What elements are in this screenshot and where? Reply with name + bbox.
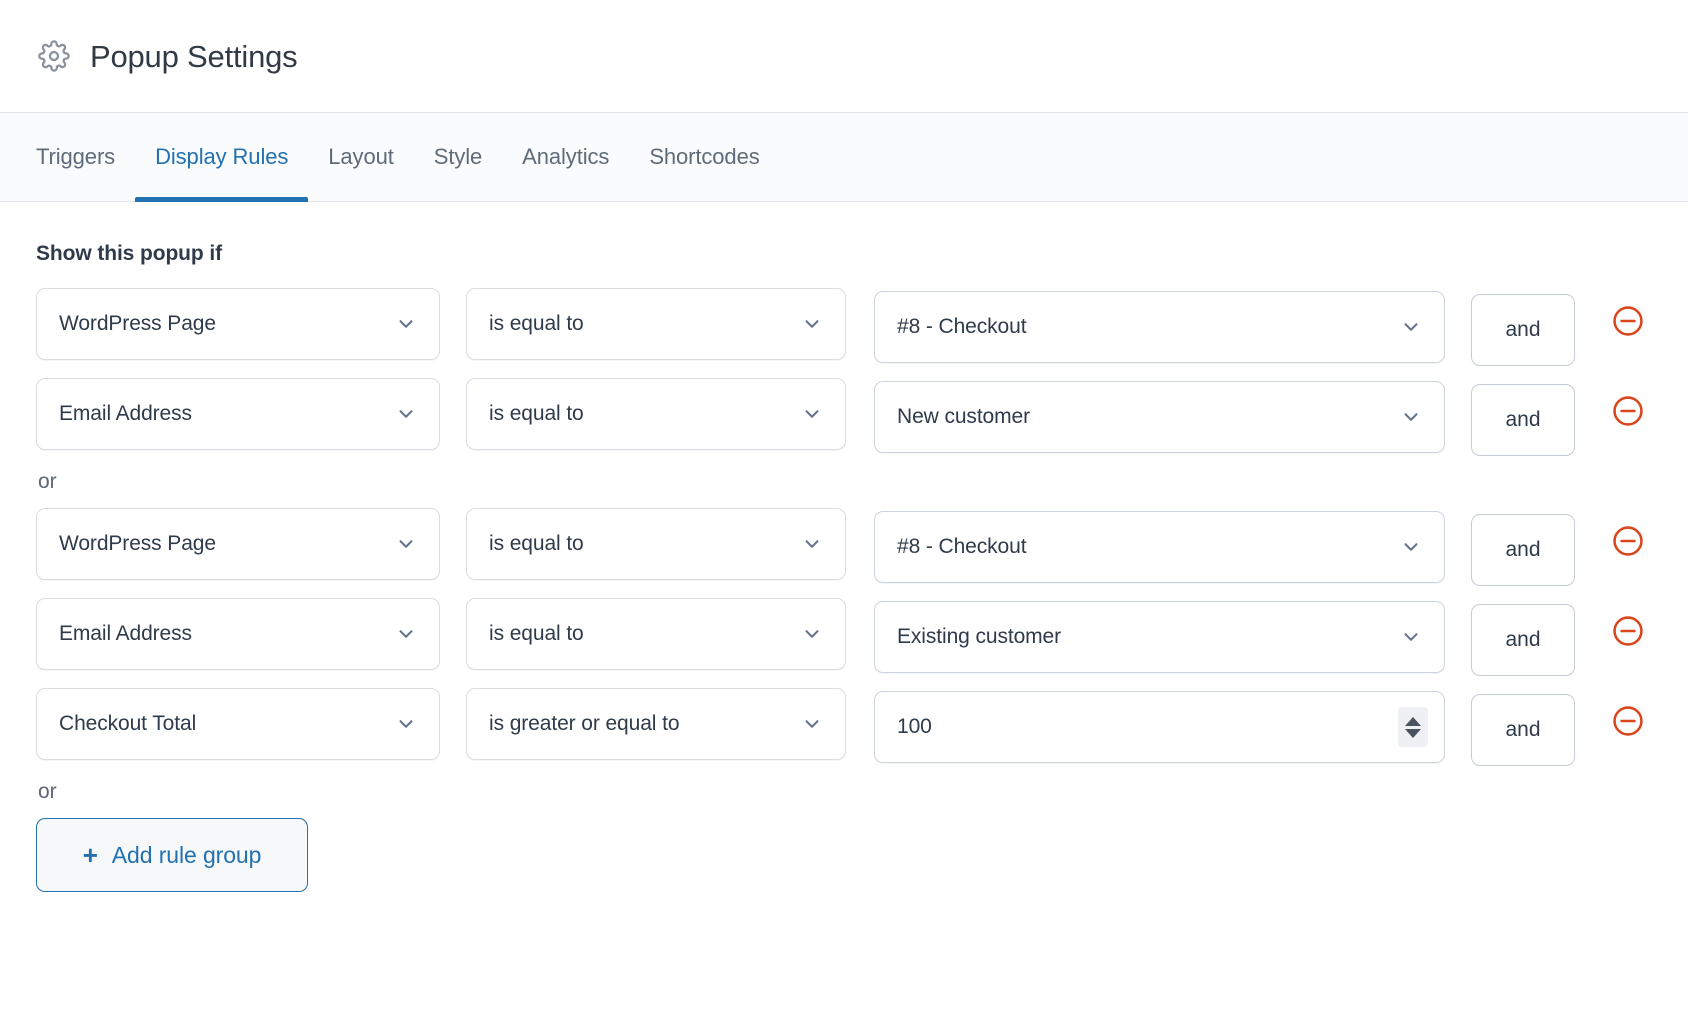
rule-operator-value: is equal to — [489, 622, 584, 645]
rule-row: WordPress Page is equal to #8 - Checkout an… — [36, 288, 1652, 366]
rule-connector-and-button[interactable]: and — [1471, 694, 1575, 766]
rule-row: Email Address is equal to Existing custome… — [36, 598, 1652, 676]
rule-connector-and-button[interactable]: and — [1471, 514, 1575, 586]
chevron-down-icon — [399, 540, 413, 548]
rule-operator-select[interactable]: is equal to — [466, 598, 846, 670]
rule-value-value: #8 - Checkout — [897, 315, 1027, 338]
rule-connector-label: and — [1505, 718, 1541, 741]
add-rule-group-button[interactable]: + Add rule group — [36, 818, 308, 892]
rule-subject-value: WordPress Page — [59, 312, 216, 335]
stepper-down-arrow-icon[interactable] — [1405, 728, 1421, 738]
or-separator-final: or — [38, 780, 57, 803]
chevron-down-icon — [399, 720, 413, 728]
rule-operator-select[interactable]: is greater or equal to — [466, 688, 846, 760]
rule-value-select[interactable]: #8 - Checkout — [874, 511, 1445, 583]
remove-rule-button[interactable] — [1611, 704, 1645, 738]
rule-subject-select[interactable]: Checkout Total — [36, 688, 440, 760]
tab-display-rules[interactable]: Display Rules — [135, 113, 309, 202]
tab-shortcodes[interactable]: Shortcodes — [629, 113, 779, 202]
chevron-down-icon — [1404, 323, 1418, 331]
tab-label: Analytics — [522, 144, 610, 169]
rule-groups-container: WordPress Page is equal to #8 - Checkout an… — [36, 288, 1652, 766]
rule-row: Checkout Total is greater or equal to 100 a… — [36, 688, 1652, 766]
rule-connector-label: and — [1505, 628, 1541, 651]
chevron-down-icon — [1404, 633, 1418, 641]
minus-circle-icon — [1613, 526, 1643, 556]
rule-operator-value: is equal to — [489, 312, 584, 335]
rule-operator-select[interactable]: is equal to — [466, 378, 846, 450]
rule-connector-and-button[interactable]: and — [1471, 604, 1575, 676]
number-stepper[interactable] — [1398, 707, 1428, 747]
rule-row: Email Address is equal to New customer and — [36, 378, 1652, 456]
rule-operator-value: is equal to — [489, 402, 584, 425]
minus-circle-icon — [1613, 616, 1643, 646]
chevron-down-icon — [1404, 543, 1418, 551]
rule-connector-label: and — [1505, 538, 1541, 561]
chevron-down-icon — [399, 320, 413, 328]
rule-row: WordPress Page is equal to #8 - Checkout an… — [36, 508, 1652, 586]
chevron-down-icon — [805, 410, 819, 418]
tab-style[interactable]: Style — [414, 113, 502, 202]
rule-subject-value: Email Address — [59, 622, 192, 645]
minus-circle-icon — [1613, 706, 1643, 736]
rule-value-select[interactable]: #8 - Checkout — [874, 291, 1445, 363]
rule-subject-select[interactable]: Email Address — [36, 598, 440, 670]
minus-circle-icon — [1613, 396, 1643, 426]
rule-connector-and-button[interactable]: and — [1471, 294, 1575, 366]
rule-value-number: 100 — [897, 715, 932, 738]
rule-value-number-input[interactable]: 100 — [874, 691, 1445, 763]
tab-label: Layout — [328, 144, 394, 169]
rule-group: WordPress Page is equal to #8 - Checkout an… — [36, 508, 1652, 766]
tab-label: Display Rules — [155, 144, 289, 169]
tab-label: Triggers — [36, 144, 116, 169]
chevron-down-icon — [1404, 413, 1418, 421]
chevron-down-icon — [399, 410, 413, 418]
rule-subject-select[interactable]: Email Address — [36, 378, 440, 450]
rule-operator-value: is equal to — [489, 532, 584, 555]
rule-value-select[interactable]: New customer — [874, 381, 1445, 453]
minus-circle-icon — [1613, 306, 1643, 336]
remove-rule-button[interactable] — [1611, 394, 1645, 428]
tab-analytics[interactable]: Analytics — [502, 113, 629, 202]
chevron-down-icon — [805, 630, 819, 638]
rule-operator-value: is greater or equal to — [489, 712, 680, 735]
remove-rule-button[interactable] — [1611, 524, 1645, 558]
tab-label: Style — [433, 144, 483, 169]
display-rules-panel: Show this popup if WordPress Page is equa… — [0, 242, 1688, 892]
rule-operator-select[interactable]: is equal to — [466, 288, 846, 360]
tab-bar: Triggers Display Rules Layout Style Analytic… — [0, 113, 1688, 202]
add-rule-group-label: Add rule group — [111, 841, 262, 868]
remove-rule-button[interactable] — [1611, 304, 1645, 338]
rule-value-select[interactable]: Existing customer — [874, 601, 1445, 673]
chevron-down-icon — [805, 540, 819, 548]
rule-value-value: New customer — [897, 405, 1031, 428]
rule-subject-value: WordPress Page — [59, 532, 216, 555]
rule-subject-value: Checkout Total — [59, 712, 197, 735]
rule-connector-label: and — [1505, 318, 1541, 341]
tab-label: Shortcodes — [649, 144, 760, 169]
rule-connector-and-button[interactable]: and — [1471, 384, 1575, 456]
stepper-up-arrow-icon[interactable] — [1405, 716, 1421, 726]
rule-subject-select[interactable]: WordPress Page — [36, 288, 440, 360]
rule-subject-value: Email Address — [59, 402, 192, 425]
tab-triggers[interactable]: Triggers — [36, 113, 135, 202]
plus-icon: + — [82, 840, 98, 870]
page-title: Popup Settings — [90, 38, 298, 74]
section-label: Show this popup if — [36, 242, 223, 265]
chevron-down-icon — [805, 720, 819, 728]
chevron-down-icon — [399, 630, 413, 638]
rule-connector-label: and — [1505, 408, 1541, 431]
or-separator: or — [38, 470, 57, 493]
chevron-down-icon — [805, 320, 819, 328]
rule-value-value: Existing customer — [897, 625, 1062, 648]
rule-operator-select[interactable]: is equal to — [466, 508, 846, 580]
rule-subject-select[interactable]: WordPress Page — [36, 508, 440, 580]
tab-layout[interactable]: Layout — [308, 113, 413, 202]
rule-value-value: #8 - Checkout — [897, 535, 1027, 558]
gear-icon — [38, 40, 70, 72]
remove-rule-button[interactable] — [1611, 614, 1645, 648]
rule-group: WordPress Page is equal to #8 - Checkout an… — [36, 288, 1652, 456]
app-header: Popup Settings — [0, 0, 1688, 113]
